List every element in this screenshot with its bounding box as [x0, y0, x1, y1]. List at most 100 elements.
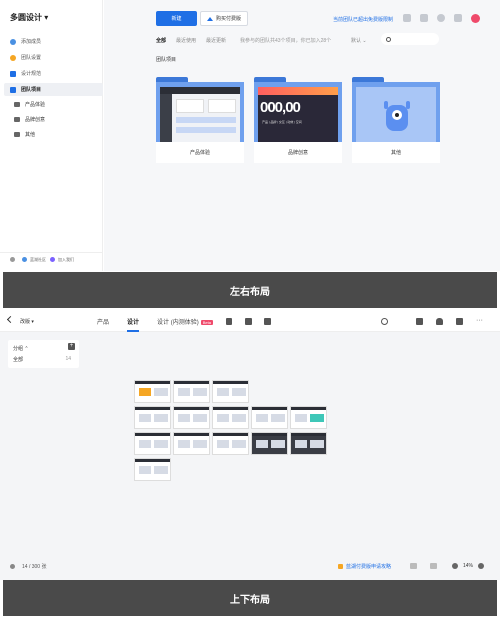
book-icon — [10, 70, 16, 77]
artboard-thumbnail[interactable] — [212, 406, 249, 429]
filter-recent-updated[interactable]: 最近更新 — [206, 37, 226, 44]
bell-icon[interactable] — [436, 318, 443, 325]
artboard-thumbnail[interactable] — [173, 406, 210, 429]
avatar[interactable] — [471, 14, 480, 23]
project-count-note: 我参与的团队共43个项目，你已加入28个 — [240, 38, 332, 44]
project-card-brand[interactable]: 000,00 产品 | 品牌 | 交互 | 动效 | 空间 品牌创意 — [254, 77, 342, 163]
project-preview — [356, 87, 436, 142]
undo-icon[interactable] — [410, 563, 417, 569]
search-input[interactable] — [381, 33, 439, 45]
keyboard-icon[interactable] — [430, 563, 437, 569]
view-tabs: 产品 设计 设计 (内测体验) Beta — [97, 317, 213, 332]
folder-icon — [10, 86, 16, 93]
beta-badge: Beta — [200, 320, 213, 325]
tab-design[interactable]: 设计 — [127, 317, 140, 332]
sidebar-item-team-settings[interactable]: 团队设置 — [4, 51, 103, 64]
limit-notice[interactable]: 当前团队已超出免费版限制 — [333, 16, 393, 23]
project-card-label: 其他 — [352, 142, 440, 163]
group-all[interactable]: 全部 — [13, 356, 23, 363]
project-preview — [160, 87, 240, 142]
sidebar-item-team-projects[interactable]: 团队项目 — [4, 83, 103, 96]
sidebar-subitem-product[interactable]: 产品体验 — [14, 98, 45, 110]
folder-icon — [14, 131, 20, 137]
gear-icon — [10, 54, 16, 61]
banner-top-bottom: 上下布局 — [3, 580, 497, 616]
more-icon[interactable]: ··· — [476, 317, 483, 325]
filter-all[interactable]: 全部 — [156, 37, 166, 44]
settings-icon[interactable] — [10, 564, 15, 569]
sidebar-item-label: 设计规范 — [21, 71, 42, 77]
folder-icon[interactable] — [416, 318, 423, 325]
folder-icon — [14, 116, 20, 122]
zoom-in-icon[interactable] — [478, 563, 485, 569]
artboard-thumbnail[interactable] — [134, 458, 171, 481]
artboard-thumbnail[interactable] — [251, 432, 288, 455]
project-card-other[interactable]: 其他 — [352, 77, 440, 163]
sidebar: 多圆设计 ▾ 添加成员 团队设置 设计规范 团队项目 产品体验 品牌创意 其他 — [0, 0, 103, 271]
wechat-icon[interactable] — [403, 14, 411, 22]
artboard-thumbnail[interactable] — [251, 406, 288, 429]
artboard-thumbnail[interactable] — [134, 406, 171, 429]
sidebar-item-design-spec[interactable]: 设计规范 — [4, 67, 103, 80]
sidebar-item-label: 添加成员 — [21, 39, 42, 45]
add-group-icon[interactable]: + — [68, 343, 75, 350]
tab-design-beta[interactable]: 设计 (内测体验) Beta — [157, 317, 213, 332]
back-icon[interactable] — [6, 315, 15, 324]
group-panel: 分组 ⌃ + 全部 14 — [8, 340, 79, 368]
artboard-thumbnail[interactable] — [173, 432, 210, 455]
community-icon — [22, 257, 27, 262]
community-link[interactable]: 蓝湖社区 — [22, 257, 46, 263]
project-preview: 000,00 产品 | 品牌 | 交互 | 动效 | 空间 — [258, 87, 338, 142]
sidebar-subitem-other[interactable]: 其他 — [14, 128, 35, 140]
search-icon[interactable] — [381, 318, 388, 325]
team-name[interactable]: 多圆设计 ▾ — [10, 12, 48, 23]
search-icon — [386, 36, 391, 42]
sidebar-item-add-member[interactable]: 添加成员 — [4, 35, 103, 48]
notification-icon[interactable] — [454, 14, 462, 22]
help-icon[interactable] — [437, 14, 445, 22]
project-card-label: 产品体验 — [156, 142, 244, 163]
project-switcher[interactable]: 改版 ▾ — [20, 318, 34, 325]
group-count: 14 — [65, 356, 71, 362]
sidebar-item-label: 团队设置 — [21, 55, 42, 61]
filter-tabs: 全部 最近使用 最近更新 — [156, 37, 226, 44]
filter-recent-used[interactable]: 最近使用 — [176, 37, 196, 44]
join-us-link[interactable]: 加入我们 — [50, 257, 74, 263]
artboard-thumbnail[interactable] — [134, 432, 171, 455]
top-toolbar: 改版 ▾ 产品 设计 设计 (内测体验) Beta ··· — [0, 310, 500, 332]
left-right-layout-screenshot: 多圆设计 ▾ 添加成员 团队设置 设计规范 团队项目 产品体验 品牌创意 其他 — [0, 0, 500, 271]
sidebar-item-label: 团队项目 — [21, 87, 42, 93]
zoom-control: 14% — [452, 563, 485, 569]
artboard-thumbnail[interactable] — [134, 380, 171, 403]
artboard-thumbnail[interactable] — [290, 406, 327, 429]
add-user-icon — [10, 38, 16, 45]
artboard-thumbnail[interactable] — [212, 432, 249, 455]
sort-icon[interactable] — [226, 318, 232, 325]
monster-icon — [384, 101, 410, 131]
project-card-product[interactable]: 产品体验 — [156, 77, 244, 163]
zoom-level: 14% — [463, 563, 474, 569]
zoom-out-icon[interactable] — [452, 563, 458, 569]
settings-icon[interactable] — [10, 257, 15, 262]
add-icon[interactable] — [245, 318, 252, 325]
layout-icon[interactable] — [264, 318, 271, 325]
gift-icon — [338, 564, 343, 569]
join-icon — [50, 257, 55, 262]
artboard-thumbnail[interactable] — [290, 432, 327, 455]
artboard-thumbnail[interactable] — [173, 380, 210, 403]
add-user-icon[interactable] — [456, 318, 463, 325]
promo-link[interactable]: 蓝湖付费版申请攻略 — [338, 563, 391, 570]
sidebar-footer: 蓝湖社区 加入我们 — [0, 252, 103, 266]
download-icon[interactable] — [420, 14, 428, 22]
tab-product[interactable]: 产品 — [97, 317, 109, 332]
main-area: 新建 购买付费版 当前团队已超出免费版限制 全部 最近使用 最近更新 我参与的团… — [104, 0, 500, 271]
sort-dropdown[interactable]: 默认 ⌄ — [351, 37, 367, 44]
sidebar-subitem-brand[interactable]: 品牌创意 — [14, 113, 45, 125]
artboard-thumbnail[interactable] — [212, 380, 249, 403]
project-card-label: 品牌创意 — [254, 142, 342, 163]
buy-paid-button[interactable]: 购买付费版 — [200, 11, 248, 26]
new-button[interactable]: 新建 — [156, 11, 197, 26]
group-title[interactable]: 分组 ⌃ — [13, 345, 29, 352]
section-title: 团队项目 — [156, 57, 177, 63]
top-bottom-layout-screenshot: 改版 ▾ 产品 设计 设计 (内测体验) Beta ··· 分组 ⌃ + 全部 1… — [0, 310, 500, 580]
